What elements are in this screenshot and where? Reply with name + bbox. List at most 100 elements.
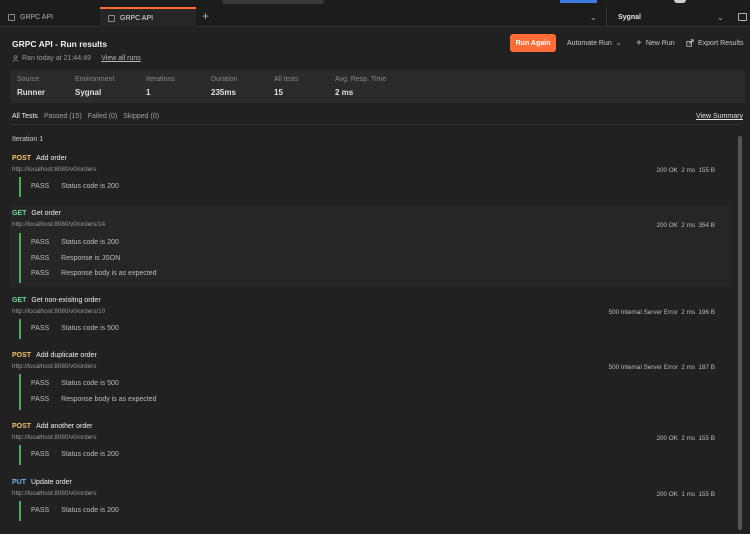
export-results-button[interactable]: Export Results — [686, 34, 744, 52]
tab-bar: GRPC API GRPC API + ⌄ Sygnal ⌄ — [0, 0, 750, 27]
response-status: 200 OK — [656, 491, 678, 498]
request-item[interactable]: GET Get order http://localhost:8080/v0/or… — [10, 205, 732, 287]
ran-time-text: Ran today at 21:44:49 — [22, 55, 91, 62]
avatar[interactable] — [674, 0, 686, 3]
user-icon — [12, 55, 19, 62]
response-meta: 200 OK 2 ms 155 B — [657, 435, 715, 442]
request-method: POST — [12, 352, 32, 359]
request-title: GET Get non-exisitng order — [12, 297, 101, 304]
stat-all-tests: All tests 15 — [274, 76, 299, 97]
stat-environment: Environment Sygnal — [75, 76, 114, 97]
stat-iterations: Iterations 1 — [146, 76, 175, 97]
pass-indicator-bar — [19, 233, 21, 283]
test-name: Status code is 500 — [61, 380, 119, 387]
response-status: 200 OK — [656, 167, 678, 174]
tab-label: GRPC API — [20, 13, 54, 21]
test-status: PASS — [31, 255, 50, 262]
pass-indicator-bar — [19, 374, 21, 410]
run-info: Ran today at 21:44:49 · View all runs — [12, 55, 141, 62]
tab-skipped[interactable]: Skipped (0) — [123, 113, 159, 120]
stat-duration: Duration 235ms — [211, 76, 237, 97]
request-method: POST — [12, 155, 32, 162]
environment-quick-look-icon[interactable] — [738, 13, 747, 21]
pass-indicator-bar — [19, 445, 21, 465]
pass-indicator-bar — [19, 501, 21, 521]
new-run-label: New Run — [645, 39, 675, 47]
stat-label: Source — [17, 76, 40, 83]
request-title: POST Add order — [12, 155, 67, 162]
tab-label: GRPC API — [120, 14, 154, 22]
response-time: 1 ms — [681, 491, 696, 498]
environment-selector[interactable]: Sygnal — [606, 7, 730, 27]
stat-label: Environment — [75, 76, 115, 83]
test-result: PASS Response is JSON — [31, 255, 120, 262]
request-method: POST — [12, 423, 32, 430]
window-chrome-bar — [222, 0, 324, 4]
request-title: PUT Update order — [12, 479, 72, 486]
tabs-chevron-down-icon[interactable]: ⌄ — [590, 13, 597, 22]
new-run-button[interactable]: + New Run — [636, 34, 675, 52]
test-result: PASS Status code is 200 — [31, 183, 119, 190]
tab-grpc-api-2[interactable]: GRPC API — [100, 7, 196, 27]
view-all-runs-link[interactable]: View all runs — [101, 55, 141, 62]
request-name: Get non-exisitng order — [31, 297, 101, 304]
test-status: PASS — [31, 380, 50, 387]
view-summary-link[interactable]: View Summary — [696, 113, 743, 120]
request-item[interactable]: PUT Update order http://localhost:8080/v0… — [10, 479, 732, 525]
request-name: Add another order — [36, 423, 93, 430]
response-size: 196 B — [698, 309, 715, 316]
automate-run-button[interactable]: Automate Run ⌄ — [567, 34, 622, 52]
request-url: http://localhost:8080/v0/orders — [12, 490, 97, 497]
stat-avg-resp-time: Avg. Resp. Time 2 ms — [335, 76, 386, 97]
response-meta: 200 OK 1 ms 155 B — [657, 491, 715, 498]
scrollbar[interactable] — [738, 136, 742, 530]
tab-failed[interactable]: Failed (0) — [88, 113, 118, 120]
response-time: 2 ms — [681, 167, 696, 174]
test-status: PASS — [31, 239, 50, 246]
request-method: PUT — [12, 479, 26, 486]
response-meta: 200 OK 2 ms 155 B — [657, 167, 715, 174]
pass-indicator-bar — [19, 319, 21, 339]
response-status: 500 Internal Server Error — [608, 364, 678, 371]
stat-label: Duration — [211, 76, 238, 83]
iteration-label: Iteration 1 — [12, 136, 44, 143]
environment-chevron-down-icon[interactable]: ⌄ — [717, 13, 724, 22]
response-status: 200 OK — [656, 222, 678, 229]
run-again-button[interactable]: Run Again — [510, 34, 556, 52]
test-status: PASS — [31, 396, 50, 403]
test-name: Response body is as expected — [61, 396, 157, 403]
request-name: Update order — [31, 479, 72, 486]
response-size: 354 B — [698, 222, 715, 229]
stat-value: 2 ms — [335, 88, 354, 97]
test-name: Status code is 500 — [61, 325, 119, 332]
page-title: GRPC API - Run results — [12, 39, 108, 49]
response-size: 155 B — [698, 167, 715, 174]
tab-passed[interactable]: Passed (15) — [44, 113, 82, 120]
new-tab-plus-icon[interactable]: + — [202, 10, 209, 22]
test-status: PASS — [31, 183, 50, 190]
run-summary-panel: Source Runner Environment Sygnal Iterati… — [10, 70, 745, 103]
test-name: Response body is as expected — [61, 270, 157, 277]
tab-all-tests[interactable]: All Tests — [12, 113, 38, 125]
response-meta: 500 Internal Server Error 2 ms 196 B — [609, 309, 715, 316]
response-time: 2 ms — [681, 309, 696, 316]
divider — [10, 124, 740, 125]
tab-grpc-api-1[interactable]: GRPC API — [0, 7, 96, 27]
request-url: http://localhost:8080/v0/orders — [12, 166, 97, 173]
request-item[interactable]: POST Add another order http://localhost:8… — [10, 423, 732, 469]
request-url: http://localhost:8080/v0/orders/10 — [12, 308, 106, 315]
automate-run-label: Automate Run — [567, 39, 612, 47]
request-item[interactable]: POST Add duplicate order http://localhost… — [10, 352, 732, 414]
collection-icon — [8, 13, 15, 21]
stat-value: Sygnal — [75, 88, 102, 97]
response-time: 2 ms — [681, 435, 696, 442]
request-item[interactable]: GET Get non-exisitng order http://localho… — [10, 297, 732, 343]
chevron-down-icon: ⌄ — [615, 40, 622, 47]
response-status: 500 Internal Server Error — [608, 309, 678, 316]
request-method: GET — [12, 210, 27, 217]
stat-label: Iterations — [146, 76, 175, 83]
request-item[interactable]: POST Add order http://localhost:8080/v0/o… — [10, 155, 732, 201]
highlight-bar — [560, 0, 597, 3]
response-size: 155 B — [698, 435, 715, 442]
test-name: Response is JSON — [61, 255, 121, 262]
